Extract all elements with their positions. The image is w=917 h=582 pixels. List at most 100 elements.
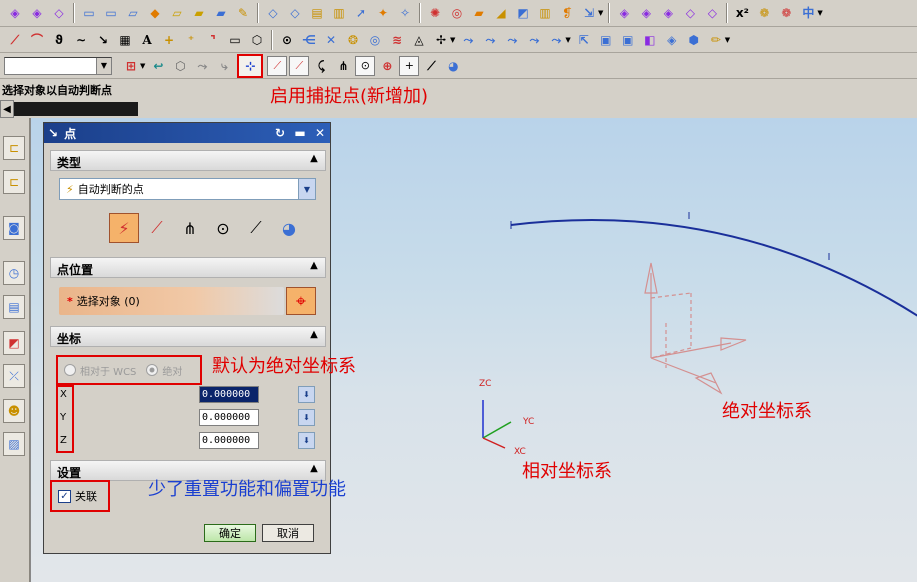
radio-relative-wcs[interactable]: 相对于 WCS [64,363,136,378]
surface-icon[interactable]: ◩ [514,4,532,22]
curve-icon[interactable]: ⋲ [300,31,318,49]
analysis-icon[interactable]: 中 [799,4,817,22]
surface-icon[interactable]: ◎ [448,4,466,22]
sheet-icon[interactable]: ▰ [190,4,208,22]
existing-point-snap-icon[interactable]: + [399,55,420,76]
chevron-down-icon[interactable]: ▼ [298,179,315,199]
intersection-point-icon[interactable]: ⋔ [175,213,205,243]
arc-icon[interactable]: ⌒ [28,31,46,49]
edit-icon[interactable]: ⇱ [575,31,593,49]
undo-icon[interactable]: ↩ [149,57,167,75]
cancel-button[interactable]: 取消 [262,524,314,542]
sheet-icon[interactable]: ▱ [168,4,186,22]
shape-icon[interactable]: ✦ [374,4,392,22]
surface-icon[interactable]: ▥ [536,4,554,22]
scrollbar-thumb[interactable] [14,102,138,116]
selection-filter-dropdown[interactable]: ▼ [4,56,112,75]
close-icon[interactable]: ✕ [312,125,328,141]
point-icon[interactable]: + [160,31,178,49]
point-on-face-icon[interactable]: ◕ [274,213,304,243]
part-navigator-icon[interactable]: ⊏ [3,170,25,194]
select-icon[interactable]: ⤷ [215,57,233,75]
dialog-pin-icon[interactable]: ↘ [48,126,58,140]
analysis-icon[interactable]: ❁ [755,4,773,22]
model-icon[interactable]: ◈ [6,4,24,22]
ok-button[interactable]: 确定 [204,524,256,542]
surface-icon[interactable]: ⇲ [580,4,598,22]
chevron-down-icon[interactable]: ▼ [817,9,822,17]
chevron-left-icon[interactable]: ◀ [0,100,14,118]
point-on-face-snap-icon[interactable]: ◕ [444,57,462,75]
expression-icon[interactable]: x² [733,4,751,22]
chevron-down-icon[interactable]: ▼ [450,36,455,44]
brush-icon[interactable]: ✎ [234,4,252,22]
chevron-down-icon[interactable]: ▼ [725,36,730,44]
circle-icon[interactable]: ⊙ [278,31,296,49]
inferred-point-icon[interactable]: ⚡ [109,213,139,243]
history-icon[interactable]: ◷ [3,261,25,285]
curve-icon[interactable]: ◎ [366,31,384,49]
curve-icon[interactable]: ◬ [410,31,428,49]
sheet-icon[interactable]: ▭ [102,4,120,22]
shape-icon[interactable]: ✧ [396,4,414,22]
chevron-down-icon[interactable]: ▼ [565,36,570,44]
end-point-icon[interactable]: ⟋ [142,213,172,243]
reset-icon[interactable]: ↻ [272,125,288,141]
roles-icon[interactable]: ☻ [3,399,25,423]
reuse-library-icon[interactable]: ◙ [3,216,25,240]
chevron-down-icon[interactable]: ▼ [598,9,603,17]
chevron-up-icon[interactable]: ▲ [306,153,322,169]
point-on-curve-snap-icon[interactable]: ⟋ [422,57,440,75]
associative-checkbox[interactable]: ✓ 关联 [50,480,110,512]
minimize-icon[interactable]: ▬ [292,125,308,141]
edit-icon[interactable]: ◧ [641,31,659,49]
y-input[interactable]: 0.000000 [199,409,259,426]
edit-curve-icon[interactable]: ⤳ [547,31,565,49]
system-materials-icon[interactable]: ▤ [3,295,25,319]
process-studio-icon[interactable]: ◩ [3,331,25,355]
z-spin-icon[interactable]: ⬇ [298,432,315,449]
sheet-icon[interactable]: ◇ [286,4,304,22]
position-section-header[interactable]: 点位置 ▲ [50,257,326,278]
dialog-title-bar[interactable]: ↘ 点 ↻ ▬ ✕ [44,123,330,143]
polygon-icon[interactable]: ⬡ [248,31,266,49]
curve-icon[interactable]: ✕ [322,31,340,49]
edit-curve-icon[interactable]: ⤳ [481,31,499,49]
system-scenes-icon[interactable]: ▨ [3,432,25,456]
surface-icon[interactable]: ▰ [470,4,488,22]
filter-icon[interactable]: ⊞ [122,57,140,75]
corner-icon[interactable]: ⌝ [204,31,222,49]
point-constructor-button[interactable]: ⌖ [286,287,316,315]
curve-icon[interactable]: ↘ [94,31,112,49]
curve-icon[interactable]: ≋ [388,31,406,49]
arc-center-snap-icon[interactable]: ⊙ [355,55,376,76]
manufacturing-wizard-icon[interactable]: ⤫ [3,364,25,388]
surface-icon[interactable]: ❡ [558,4,576,22]
select-icon[interactable]: ⤳ [193,57,211,75]
sheet-icon[interactable]: ▭ [80,4,98,22]
grid-icon[interactable]: ▦ [116,31,134,49]
model-icon[interactable]: ◈ [28,4,46,22]
curve-icon[interactable]: ❂ [344,31,362,49]
analysis-icon[interactable]: ◇ [681,4,699,22]
z-input[interactable]: 0.000000 [199,432,259,449]
rectangle-icon[interactable]: ▭ [226,31,244,49]
edit-curve-icon[interactable]: ⤳ [459,31,477,49]
point-set-icon[interactable]: ⁺ [182,31,200,49]
spline-icon[interactable]: ϑ [50,31,68,49]
text-icon[interactable]: A [138,31,156,49]
arrow-icon[interactable]: ➚ [352,4,370,22]
line-icon[interactable]: ⟋ [6,31,24,49]
chevron-down-icon[interactable]: ▼ [140,62,145,70]
assembly-navigator-icon[interactable]: ⊏ [3,136,25,160]
horizontal-scrollbar[interactable]: ◀ [0,100,140,118]
coord-section-header[interactable]: 坐标 ▲ [50,326,326,347]
quadrant-snap-icon[interactable]: ⊕ [378,57,396,75]
radio-absolute[interactable]: 绝对 [146,363,182,378]
layer-icon[interactable]: ▤ [308,4,326,22]
curve-icon[interactable]: ∼ [72,31,90,49]
sheet-icon[interactable]: ▱ [124,4,142,22]
sheet-icon[interactable]: ▥ [330,4,348,22]
arc-center-icon[interactable]: ⊙ [208,213,238,243]
enable-snap-point-button[interactable]: ⊹ [237,53,264,78]
